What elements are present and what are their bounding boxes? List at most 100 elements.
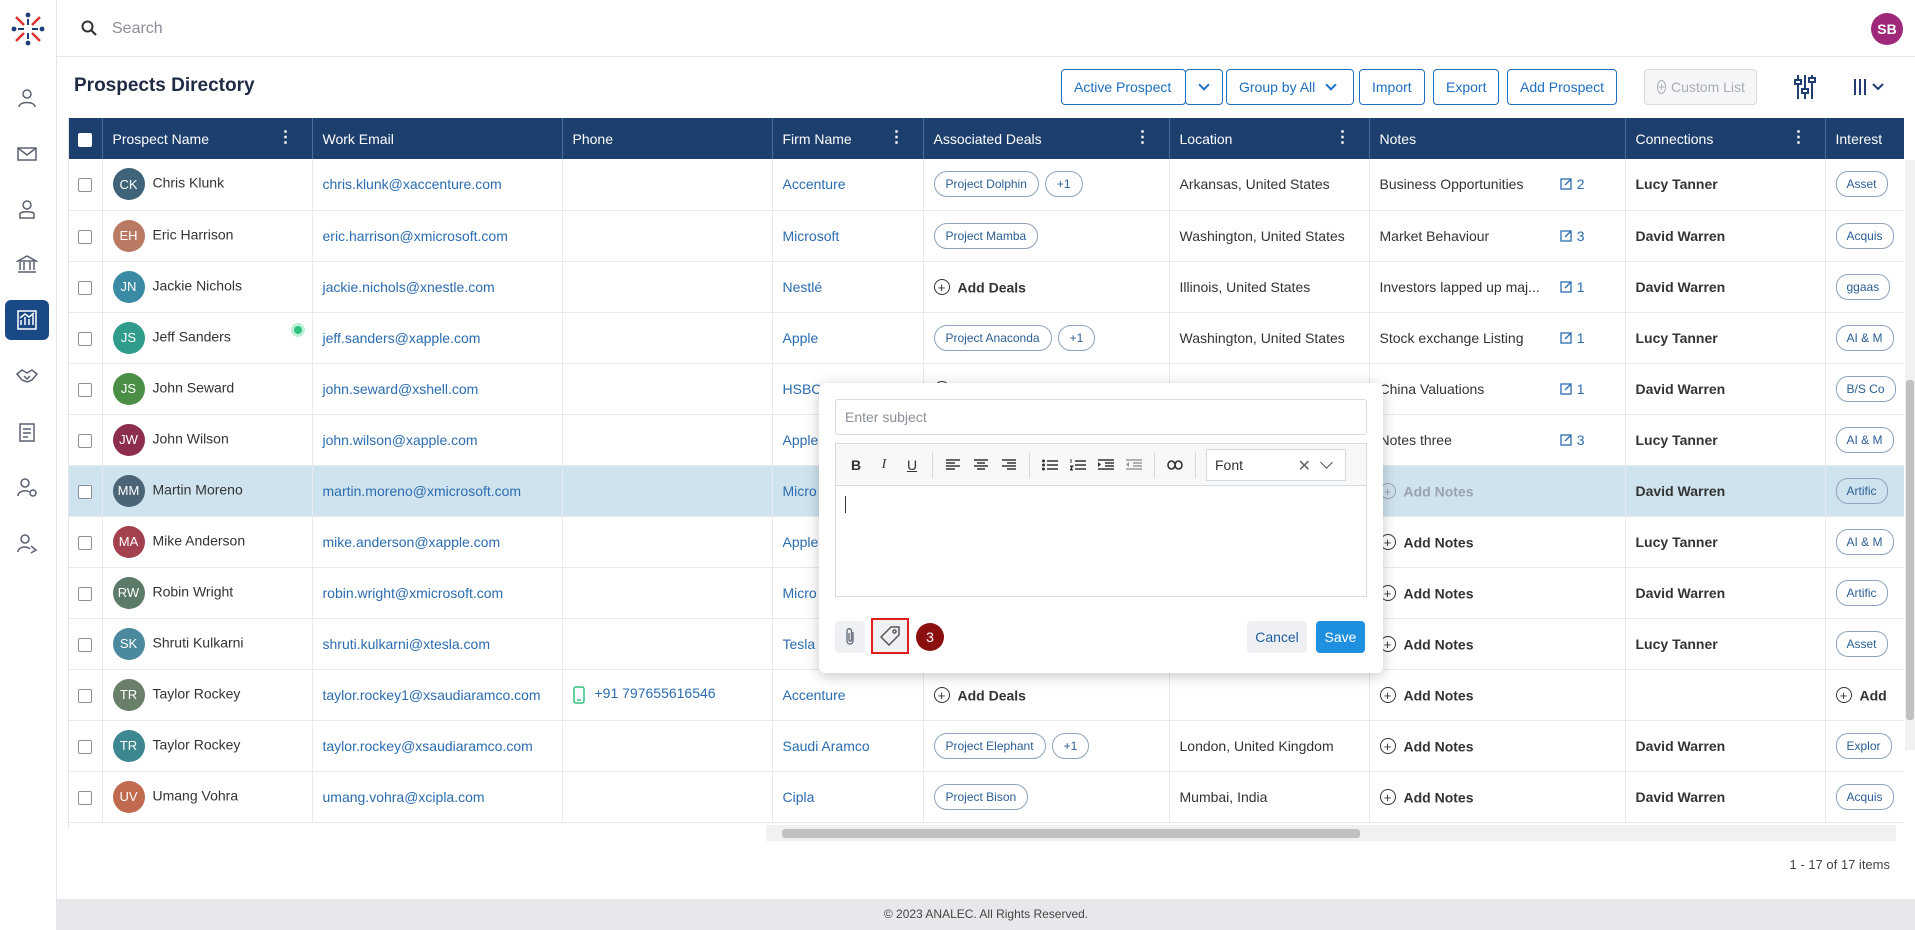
- table-row[interactable]: CK Chris Klunk chris.klunk@xaccenture.com A…: [69, 159, 1904, 211]
- connection-name[interactable]: David Warren: [1636, 381, 1726, 397]
- note-count[interactable]: 2: [1560, 176, 1585, 192]
- note-count[interactable]: 1: [1560, 381, 1585, 397]
- align-center-button[interactable]: [967, 451, 995, 479]
- connection-name[interactable]: David Warren: [1636, 228, 1726, 244]
- sidebar-item-user-share[interactable]: [5, 523, 49, 563]
- indent-button[interactable]: [1092, 451, 1120, 479]
- table-row[interactable]: JS Jeff Sanders jeff.sanders@xapple.com App…: [69, 312, 1904, 364]
- note-body-editor[interactable]: [835, 485, 1367, 597]
- kebab-menu-icon[interactable]: ⋮: [278, 130, 294, 146]
- outdent-button[interactable]: [1120, 451, 1148, 479]
- phone-number[interactable]: +91 797655616546: [595, 685, 716, 701]
- numbered-list-button[interactable]: [1064, 451, 1092, 479]
- col-notes[interactable]: Notes: [1369, 118, 1626, 159]
- note-subject[interactable]: Notes three: [1380, 432, 1452, 448]
- sidebar-item-people[interactable]: [5, 189, 49, 229]
- clear-icon[interactable]: ✕: [1298, 456, 1311, 476]
- interest-chip[interactable]: Acquis: [1835, 783, 1894, 810]
- row-checkbox[interactable]: [78, 178, 92, 193]
- interest-chip[interactable]: AI & M: [1835, 324, 1894, 351]
- note-count[interactable]: 1: [1560, 279, 1585, 295]
- prospect-name[interactable]: Shruti Kulkarni: [153, 634, 244, 650]
- connection-name[interactable]: David Warren: [1636, 279, 1726, 295]
- work-email-link[interactable]: john.wilson@xapple.com: [323, 432, 478, 448]
- col-interest[interactable]: Interest: [1825, 118, 1904, 159]
- connection-name[interactable]: David Warren: [1636, 789, 1726, 805]
- save-button[interactable]: Save: [1316, 621, 1365, 653]
- vertical-scrollbar[interactable]: [1905, 160, 1915, 750]
- table-row[interactable]: JN Jackie Nichols jackie.nichols@xnestle.c…: [69, 261, 1904, 313]
- bullet-list-button[interactable]: [1036, 451, 1064, 479]
- col-phone[interactable]: Phone: [562, 118, 773, 159]
- deal-tag[interactable]: +1: [1051, 732, 1090, 759]
- prospect-name[interactable]: Umang Vohra: [153, 787, 239, 803]
- firm-name-link[interactable]: Accenture: [783, 687, 846, 703]
- insert-link-button[interactable]: [1161, 451, 1189, 479]
- align-left-button[interactable]: [939, 451, 967, 479]
- deal-tag[interactable]: +1: [1044, 171, 1083, 198]
- add-prospect-button[interactable]: Add Prospect: [1507, 69, 1618, 105]
- connection-name[interactable]: Lucy Tanner: [1636, 176, 1718, 192]
- row-checkbox[interactable]: [78, 586, 92, 601]
- col-associated-deals[interactable]: Associated Deals ⋮: [923, 118, 1170, 159]
- custom-list-button[interactable]: + Custom List: [1644, 69, 1757, 105]
- col-location[interactable]: Location ⋮: [1169, 118, 1370, 159]
- add-interest-link[interactable]: Add: [1860, 687, 1887, 703]
- col-prospect-name[interactable]: Prospect Name ⋮: [102, 118, 313, 159]
- connection-name[interactable]: David Warren: [1636, 738, 1726, 754]
- work-email-link[interactable]: eric.harrison@xmicrosoft.com: [323, 228, 508, 244]
- work-email-link[interactable]: taylor.rockey1@xsaudiaramco.com: [323, 687, 541, 703]
- note-subject[interactable]: Business Opportunities: [1380, 176, 1524, 192]
- interest-chip[interactable]: Artific: [1835, 477, 1888, 504]
- underline-button[interactable]: U: [898, 451, 926, 479]
- analec-logo[interactable]: [8, 9, 48, 49]
- add-notes-link[interactable]: Add Notes: [1404, 585, 1474, 601]
- columns-menu-button[interactable]: [1849, 69, 1893, 105]
- deal-tag[interactable]: Project Mamba: [933, 222, 1039, 249]
- italic-button[interactable]: I: [870, 451, 898, 479]
- firm-name-link[interactable]: HSBC: [783, 381, 822, 397]
- interest-chip[interactable]: Asset: [1835, 171, 1888, 198]
- work-email-link[interactable]: jeff.sanders@xapple.com: [323, 330, 481, 346]
- add-deals-link[interactable]: Add Deals: [958, 279, 1026, 295]
- work-email-link[interactable]: robin.wright@xmicrosoft.com: [323, 585, 504, 601]
- prospect-name[interactable]: Martin Moreno: [153, 481, 243, 497]
- table-row[interactable]: EH Eric Harrison eric.harrison@xmicrosoft.…: [69, 210, 1904, 262]
- deal-tag[interactable]: Project Elephant: [933, 732, 1046, 759]
- firm-name-link[interactable]: Apple: [783, 330, 819, 346]
- note-count[interactable]: 3: [1560, 228, 1585, 244]
- search-input[interactable]: [112, 14, 712, 44]
- interest-chip[interactable]: AI & M: [1835, 528, 1894, 555]
- prospect-name[interactable]: Mike Anderson: [153, 532, 246, 548]
- sidebar-item-tasks[interactable]: [5, 412, 49, 452]
- connection-name[interactable]: Lucy Tanner: [1636, 534, 1718, 550]
- firm-name-link[interactable]: Micro: [783, 483, 817, 499]
- add-notes-link[interactable]: Add Notes: [1404, 483, 1474, 499]
- col-connections[interactable]: Connections ⋮: [1625, 118, 1826, 159]
- active-prospect-toggle[interactable]: [1185, 69, 1223, 105]
- kebab-menu-icon[interactable]: ⋮: [1135, 130, 1151, 146]
- font-select[interactable]: Font ✕: [1206, 448, 1346, 481]
- user-avatar[interactable]: SB: [1871, 13, 1903, 45]
- prospect-name[interactable]: Jackie Nichols: [153, 277, 242, 293]
- interest-chip[interactable]: ggaas: [1835, 273, 1891, 300]
- note-count[interactable]: 1: [1560, 330, 1585, 346]
- sidebar-item-contacts[interactable]: [5, 78, 49, 118]
- interest-chip[interactable]: AI & M: [1835, 426, 1894, 453]
- interest-chip[interactable]: B/S Co: [1835, 375, 1896, 402]
- firm-name-link[interactable]: Accenture: [783, 176, 846, 192]
- connection-name[interactable]: Lucy Tanner: [1636, 330, 1718, 346]
- connection-name[interactable]: Lucy Tanner: [1636, 432, 1718, 448]
- row-checkbox[interactable]: [78, 382, 92, 397]
- work-email-link[interactable]: john.seward@xshell.com: [323, 381, 479, 397]
- work-email-link[interactable]: taylor.rockey@xsaudiaramco.com: [323, 738, 533, 754]
- firm-name-link[interactable]: Apple: [783, 534, 819, 550]
- row-checkbox[interactable]: [78, 433, 92, 448]
- add-notes-link[interactable]: Add Notes: [1404, 687, 1474, 703]
- row-checkbox[interactable]: [78, 688, 92, 703]
- row-checkbox[interactable]: [78, 790, 92, 805]
- row-checkbox[interactable]: [78, 229, 92, 244]
- prospect-name[interactable]: Jeff Sanders: [153, 328, 231, 344]
- prospect-name[interactable]: Taylor Rockey: [153, 685, 241, 701]
- work-email-link[interactable]: martin.moreno@xmicrosoft.com: [323, 483, 522, 499]
